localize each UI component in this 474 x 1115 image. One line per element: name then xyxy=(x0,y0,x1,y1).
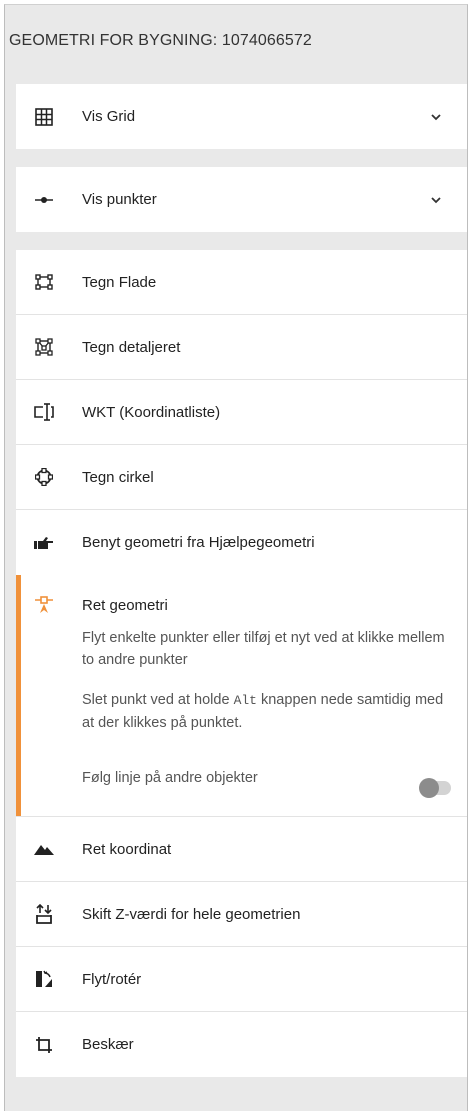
accordion-vis-grid[interactable]: Vis Grid xyxy=(16,84,467,149)
desc-text: Slet punkt ved at holde xyxy=(82,692,234,708)
tool-tegn-flade[interactable]: Tegn Flade xyxy=(16,250,467,315)
follow-line-toggle[interactable] xyxy=(419,778,451,798)
tool-label: Flyt/rotér xyxy=(82,970,142,988)
tool-label: Ret koordinat xyxy=(82,840,172,858)
accordion-label: Vis punkter xyxy=(82,191,157,208)
tool-label: Ret geometri xyxy=(82,597,168,614)
draw-area-icon xyxy=(34,272,54,292)
tool-wkt[interactable]: WKT (Koordinatliste) xyxy=(16,380,467,445)
tool-label: Benyt geometri fra Hjælpegeometri xyxy=(82,534,315,551)
alt-key: Alt xyxy=(233,693,257,708)
tool-ret-koordinat[interactable]: Ret koordinat xyxy=(16,817,467,882)
move-rotate-icon xyxy=(34,969,54,989)
tools-list: Tegn Flade Tegn detaljeret WKT (Koordina… xyxy=(16,250,467,1077)
tool-description-delete: Slet punkt ved at holde Alt knappen nede… xyxy=(82,689,454,734)
tool-ret-geometri-active[interactable]: Ret geometri Flyt enkelte punkter eller … xyxy=(16,575,467,817)
tool-label: Tegn detaljeret xyxy=(82,338,181,356)
tool-benyt-hjaelpegeometri[interactable]: Benyt geometri fra Hjælpegeometri xyxy=(16,510,467,575)
tool-beskaer[interactable]: Beskær xyxy=(16,1012,467,1077)
tool-description: Flyt enkelte punkter eller tilføj et nyt… xyxy=(82,630,445,668)
toggle-knob xyxy=(419,778,439,798)
draw-circle-icon xyxy=(34,467,54,487)
tool-flyt-roter[interactable]: Flyt/rotér xyxy=(16,947,467,1012)
accordion-header[interactable]: Vis punkter xyxy=(16,167,467,232)
active-accent-bar xyxy=(16,575,21,816)
grid-icon xyxy=(34,107,54,127)
edit-vertex-icon xyxy=(34,595,54,615)
chevron-down-icon[interactable] xyxy=(429,193,443,207)
accordion-vis-punkter[interactable]: Vis punkter xyxy=(16,167,467,232)
tool-label: WKT (Koordinatliste) xyxy=(82,403,221,421)
tool-label: Tegn Flade xyxy=(82,273,157,291)
draw-detailed-icon xyxy=(34,337,54,357)
accordion-header[interactable]: Vis Grid xyxy=(16,84,467,149)
tool-label: Tegn cirkel xyxy=(82,468,154,486)
tool-skift-z-vaerdi[interactable]: Skift Z-værdi for hele geometrien xyxy=(16,882,467,947)
tool-label: Skift Z-værdi for hele geometrien xyxy=(82,905,301,923)
points-line-icon xyxy=(34,190,54,210)
toggle-label: Følg linje på andre objekter xyxy=(82,770,258,786)
crop-icon xyxy=(34,1035,54,1055)
chevron-down-icon[interactable] xyxy=(429,110,443,124)
tool-label: Beskær xyxy=(82,1036,134,1053)
tool-tegn-cirkel[interactable]: Tegn cirkel xyxy=(16,445,467,510)
panel-title: GEOMETRI FOR BYGNING: 1074066572 xyxy=(9,32,312,49)
hand-pointer-icon xyxy=(34,533,54,553)
wkt-text-icon xyxy=(34,402,54,422)
z-value-icon xyxy=(34,904,54,924)
tool-tegn-detaljeret[interactable]: Tegn detaljeret xyxy=(16,315,467,380)
terrain-icon xyxy=(34,839,54,859)
accordion-label: Vis Grid xyxy=(82,108,136,125)
